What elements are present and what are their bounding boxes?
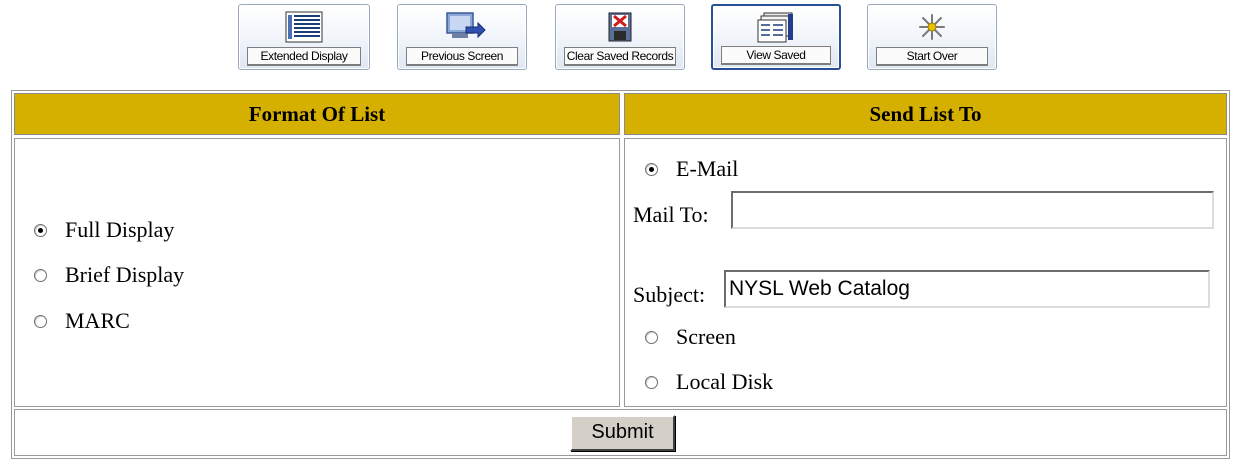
previous-screen-label: Previous Screen [406, 47, 518, 66]
email-radio[interactable] [645, 162, 658, 176]
format-option-brief-display[interactable]: Brief Display [34, 260, 184, 290]
subject-input[interactable] [724, 270, 1210, 308]
view-saved-label: View Saved [721, 46, 831, 65]
start-over-button[interactable]: Start Over [867, 4, 997, 70]
full-display-radio[interactable] [34, 223, 47, 237]
start-over-label: Start Over [876, 47, 988, 66]
marc-radio[interactable] [34, 314, 47, 328]
full-display-label: Full Display [65, 217, 175, 242]
mail-to-label: Mail To: [633, 202, 709, 227]
brief-display-label: Brief Display [65, 262, 185, 287]
send-option-email[interactable]: E-Mail [645, 154, 738, 184]
view-saved-button[interactable]: View Saved [711, 4, 841, 70]
send-options-cell: E-Mail Mail To: Subject: Screen Local Di… [624, 138, 1227, 407]
email-label: E-Mail [676, 156, 739, 181]
view-saved-icon [757, 12, 793, 43]
options-table: Format Of List Send List To Full Display… [11, 90, 1230, 459]
format-options-cell: Full Display Brief Display MARC [14, 138, 620, 407]
mail-to-input[interactable] [731, 191, 1214, 229]
send-option-local-disk[interactable]: Local Disk [645, 367, 773, 397]
marc-label: MARC [65, 308, 130, 333]
extended-display-label: Extended Display [247, 47, 361, 66]
send-list-to-header: Send List To [624, 93, 1227, 135]
format-of-list-header: Format Of List [14, 93, 620, 135]
local-disk-label: Local Disk [676, 369, 774, 394]
clear-saved-records-icon [608, 12, 632, 42]
extended-display-icon [285, 11, 323, 43]
screen-label: Screen [676, 324, 736, 349]
screen-radio[interactable] [645, 330, 658, 344]
clear-saved-records-button[interactable]: Clear Saved Records [555, 4, 685, 70]
start-over-icon [919, 14, 945, 40]
brief-display-radio[interactable] [34, 268, 47, 282]
previous-screen-button[interactable]: Previous Screen [397, 4, 527, 70]
format-option-marc[interactable]: MARC [34, 306, 130, 336]
submit-button[interactable]: Submit [570, 415, 675, 451]
local-disk-radio[interactable] [645, 375, 658, 389]
extended-display-button[interactable]: Extended Display [238, 4, 370, 70]
clear-saved-records-label: Clear Saved Records [564, 47, 676, 66]
subject-label: Subject: [633, 282, 706, 307]
toolbar: Extended Display Previous Screen Clear S… [0, 0, 1236, 80]
send-option-screen[interactable]: Screen [645, 322, 736, 352]
format-option-full-display[interactable]: Full Display [34, 215, 174, 245]
submit-row: Submit [14, 409, 1227, 456]
previous-screen-icon [446, 12, 486, 39]
